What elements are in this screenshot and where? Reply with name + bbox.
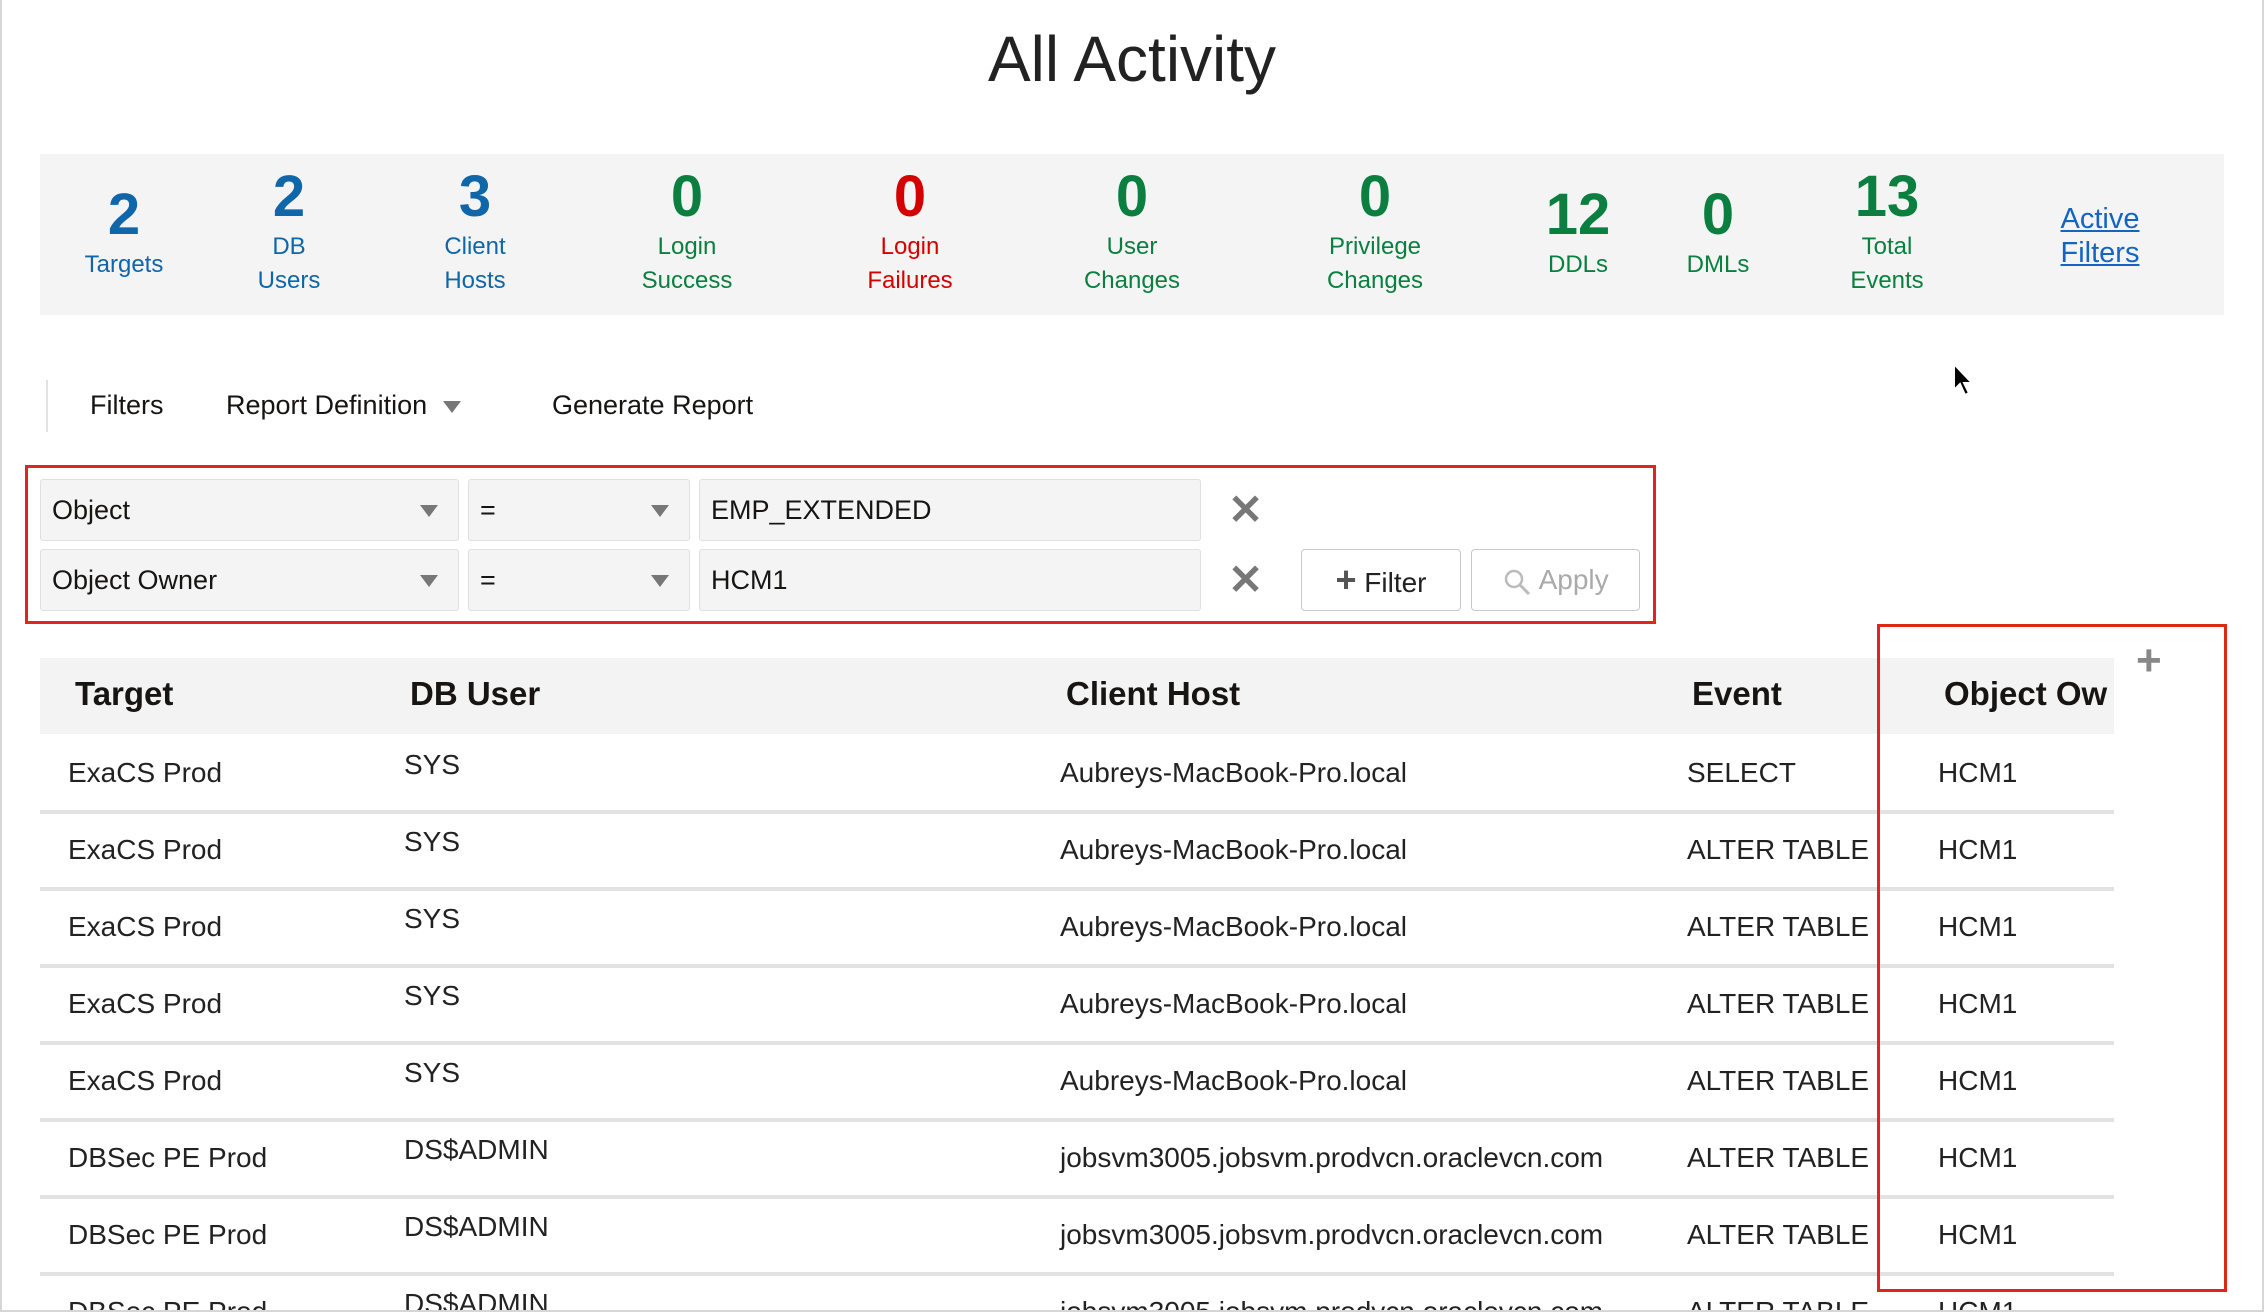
table-row[interactable]: DBSec PE Prod DS$ADMIN jobsvm3005.jobsvm.p… [40, 1276, 2114, 1312]
table-cell: ALTER TABLE [1687, 1296, 1870, 1312]
table-cell: DBSec PE Prod [68, 1219, 268, 1250]
table-cell: ExaCS Prod [68, 757, 223, 788]
table-header: Target DB User Client Host Event Object Ow [40, 658, 2114, 734]
table-cell: DS$ADMIN [404, 1211, 549, 1242]
table-cell: jobsvm3005.jobsvm.prodvcn.oraclevcn.com [1060, 1142, 1604, 1173]
table-cell: ExaCS Prod [68, 911, 223, 942]
table-cell: SYS [404, 1057, 461, 1088]
column-header[interactable]: DB User [410, 675, 540, 713]
table-cell: ALTER TABLE [1687, 1065, 1870, 1096]
table-cell: ExaCS Prod [68, 834, 223, 865]
table-row[interactable]: ExaCS Prod SYS Aubreys-MacBook-Pro.local AL… [40, 891, 2114, 968]
table-cell: Aubreys-MacBook-Pro.local [1060, 757, 1408, 788]
table-cell: Aubreys-MacBook-Pro.local [1060, 911, 1408, 942]
table-cell: HCM1 [1938, 1296, 2018, 1312]
table-cell: DBSec PE Prod [68, 1142, 268, 1173]
table-cell: ALTER TABLE [1687, 1219, 1870, 1250]
table-row[interactable]: DBSec PE Prod DS$ADMIN jobsvm3005.jobsvm.p… [40, 1122, 2114, 1199]
table-cell: SYS [404, 749, 461, 780]
column-header[interactable]: Target [75, 675, 173, 713]
table-cell: ALTER TABLE [1687, 988, 1870, 1019]
activity-table: Target DB User Client Host Event Object Ow E… [0, 0, 2114, 1312]
table-cell: DS$ADMIN [404, 1134, 549, 1165]
table-cell: Aubreys-MacBook-Pro.local [1060, 1065, 1408, 1096]
table-row[interactable]: ExaCS Prod SYS Aubreys-MacBook-Pro.local AL… [40, 814, 2114, 891]
table-cell: SELECT [1687, 757, 1796, 788]
table-row[interactable]: ExaCS Prod SYS Aubreys-MacBook-Pro.local AL… [40, 968, 2114, 1045]
table-cell: ALTER TABLE [1687, 911, 1870, 942]
object-owner-highlight-box [1877, 624, 2227, 1292]
table-cell: Aubreys-MacBook-Pro.local [1060, 988, 1408, 1019]
column-header[interactable]: Client Host [1066, 675, 1240, 713]
table-cell: jobsvm3005.jobsvm.prodvcn.oraclevcn.com [1060, 1219, 1604, 1250]
table-cell: ALTER TABLE [1687, 834, 1870, 865]
table-row[interactable]: ExaCS Prod SYS Aubreys-MacBook-Pro.local SE… [40, 737, 2114, 814]
table-cell: jobsvm3005.jobsvm.prodvcn.oraclevcn.com [1060, 1296, 1604, 1312]
table-row[interactable]: ExaCS Prod SYS Aubreys-MacBook-Pro.local AL… [40, 1045, 2114, 1122]
table-cell: SYS [404, 903, 461, 934]
table-cell: SYS [404, 826, 461, 857]
mouse-cursor-icon [1953, 362, 1975, 397]
table-cell: Aubreys-MacBook-Pro.local [1060, 834, 1408, 865]
table-cell: ExaCS Prod [68, 1065, 223, 1096]
table-cell: ALTER TABLE [1687, 1142, 1870, 1173]
table-cell: SYS [404, 980, 461, 1011]
table-cell: DBSec PE Prod [68, 1296, 268, 1312]
table-cell: DS$ADMIN [404, 1288, 549, 1312]
column-header[interactable]: Event [1692, 675, 1782, 713]
table-cell: ExaCS Prod [68, 988, 223, 1019]
table-row[interactable]: DBSec PE Prod DS$ADMIN jobsvm3005.jobsvm.p… [40, 1199, 2114, 1276]
